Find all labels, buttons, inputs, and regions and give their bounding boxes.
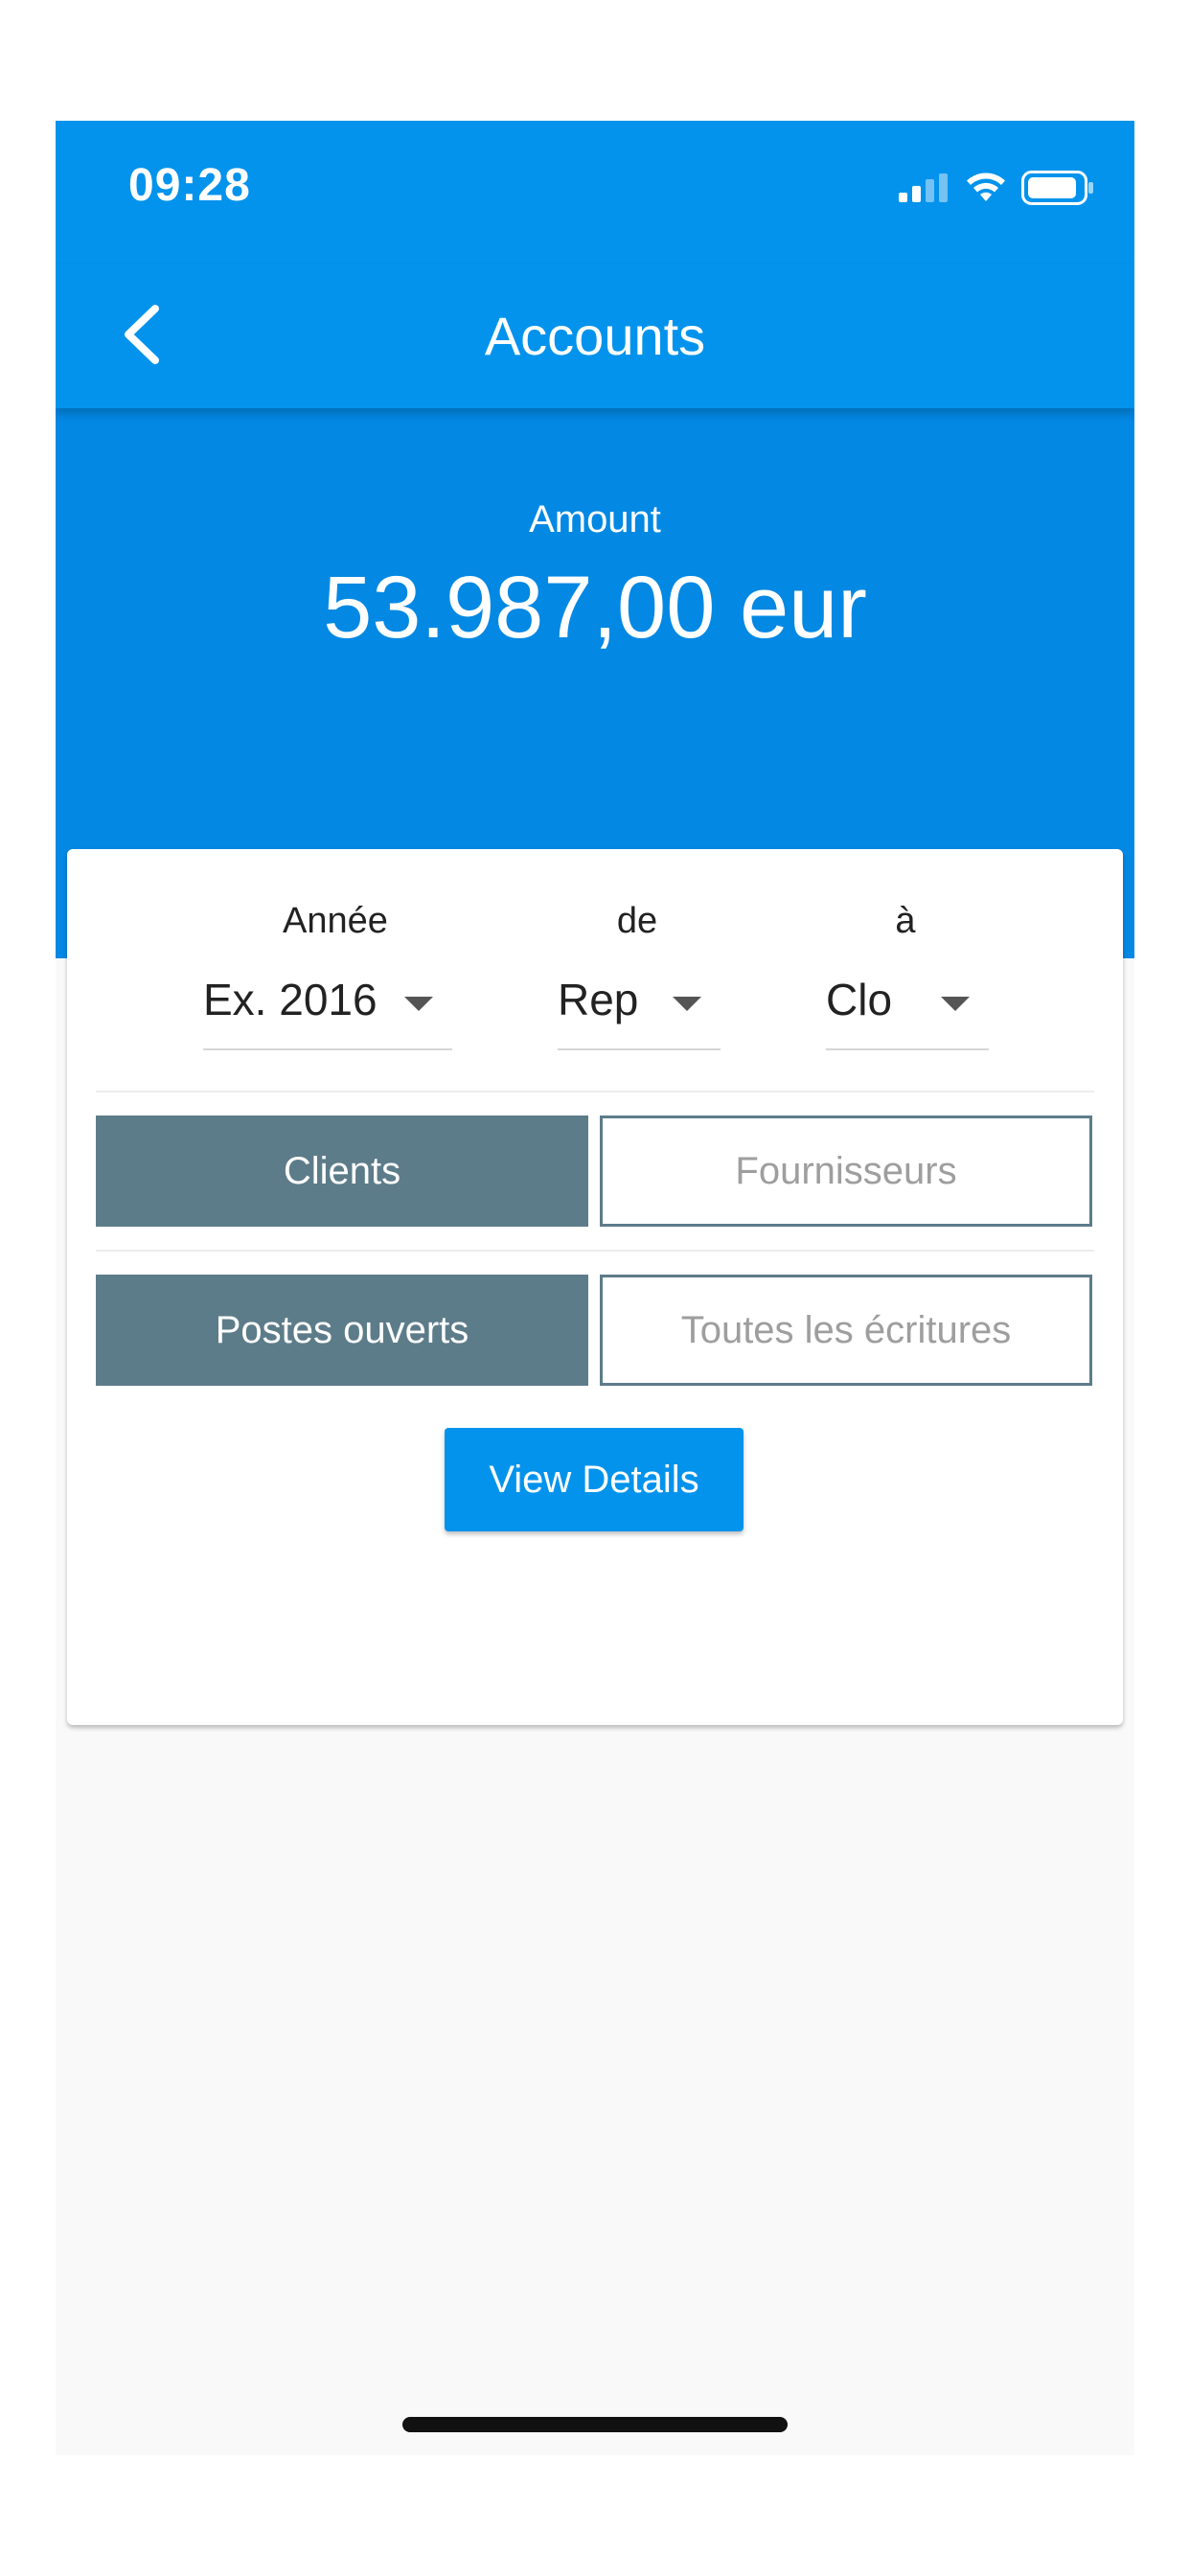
- battery-icon: [1021, 171, 1094, 210]
- back-chevron-icon: [121, 304, 163, 369]
- toutes-les-ecritures-button[interactable]: Toutes les écritures: [600, 1275, 1092, 1386]
- year-select-value: Ex. 2016: [203, 975, 378, 1024]
- year-label: Année: [283, 901, 388, 941]
- from-label: de: [616, 901, 658, 941]
- view-details-button[interactable]: View Details: [445, 1428, 744, 1531]
- from-select-value: Rep: [558, 975, 639, 1024]
- page-title: Accounts: [484, 306, 706, 366]
- app-screen: 09:28 Accounts Amount 53.987,00 eur Anné…: [56, 121, 1134, 2455]
- divider: [96, 1250, 1094, 1252]
- status-bar: 09:28: [56, 121, 1134, 264]
- postes-ouverts-button[interactable]: Postes ouverts: [96, 1275, 588, 1386]
- amount-value: 53.987,00 eur: [323, 559, 867, 656]
- status-icons: [899, 171, 1094, 210]
- home-indicator[interactable]: [402, 2417, 788, 2432]
- divider: [96, 1091, 1094, 1092]
- status-time: 09:28: [128, 160, 251, 211]
- dropdown-caret-icon: [941, 997, 970, 1011]
- to-select-value: Clo: [826, 975, 893, 1024]
- to-label: à: [895, 901, 916, 941]
- to-select[interactable]: Clo: [826, 958, 989, 1050]
- year-select[interactable]: Ex. 2016: [203, 958, 452, 1050]
- navigation-bar: Accounts: [56, 264, 1134, 408]
- from-select[interactable]: Rep: [558, 958, 721, 1050]
- filter-card: Année de à Ex. 2016 Rep Clo Clients Four…: [67, 849, 1123, 1725]
- clients-button[interactable]: Clients: [96, 1116, 588, 1227]
- wifi-icon: [966, 172, 1006, 208]
- fournisseurs-button[interactable]: Fournisseurs: [600, 1116, 1092, 1227]
- amount-label: Amount: [529, 498, 661, 540]
- back-button[interactable]: [103, 293, 180, 380]
- dropdown-caret-icon: [404, 997, 433, 1011]
- dropdown-caret-icon: [673, 997, 701, 1011]
- cellular-signal-icon: [899, 173, 949, 207]
